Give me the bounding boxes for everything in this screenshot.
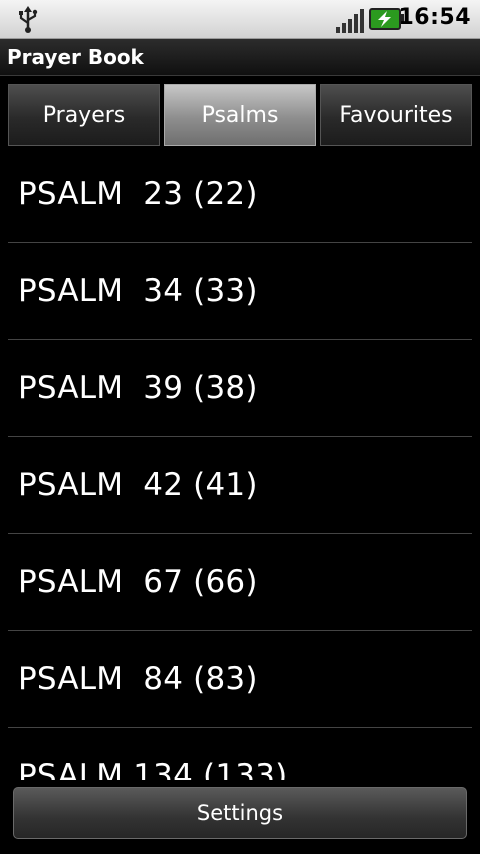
tab-psalms[interactable]: Psalms [164, 84, 316, 146]
list-item[interactable]: PSALM 134 (133) [8, 728, 472, 786]
usb-icon [19, 6, 38, 33]
psalm-list[interactable]: PSALM 23 (22) PSALM 34 (33) PSALM 39 (38… [8, 146, 472, 786]
list-item[interactable]: PSALM 39 (38) [8, 340, 472, 437]
list-item[interactable]: PSALM 42 (41) [8, 437, 472, 534]
tab-prayers[interactable]: Prayers [8, 84, 160, 146]
list-item[interactable]: PSALM 84 (83) [8, 631, 472, 728]
list-item[interactable]: PSALM 67 (66) [8, 534, 472, 631]
tab-favourites[interactable]: Favourites [320, 84, 472, 146]
tab-bar: Prayers Psalms Favourites [8, 84, 472, 146]
title-bar: Prayer Book [0, 39, 480, 76]
list-item[interactable]: PSALM 34 (33) [8, 243, 472, 340]
clock: 16:54 [398, 5, 471, 30]
list-item[interactable]: PSALM 23 (22) [8, 146, 472, 243]
signal-icon [336, 9, 364, 33]
footer-bar: Settings [0, 780, 480, 854]
settings-button[interactable]: Settings [13, 787, 467, 839]
status-bar: 16:54 [0, 0, 480, 39]
app-title: Prayer Book [7, 45, 144, 69]
